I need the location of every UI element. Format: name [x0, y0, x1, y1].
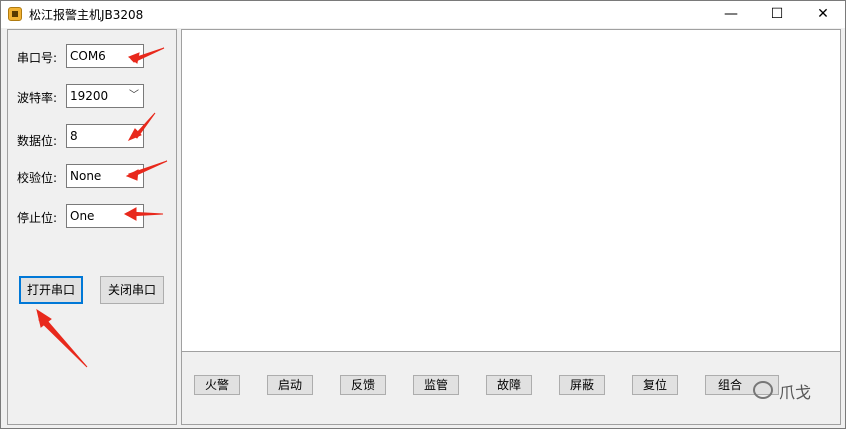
- annotation-arrows: [36, 47, 168, 368]
- arrow-openport-icon: [38, 315, 88, 368]
- wechat-icon: [753, 381, 773, 399]
- watermark-text: 爪戈: [779, 383, 812, 402]
- main-window: 松江报警主机JB3208 — ☐ ✕ 串口号: COM6 波特率: 19200 …: [0, 0, 846, 429]
